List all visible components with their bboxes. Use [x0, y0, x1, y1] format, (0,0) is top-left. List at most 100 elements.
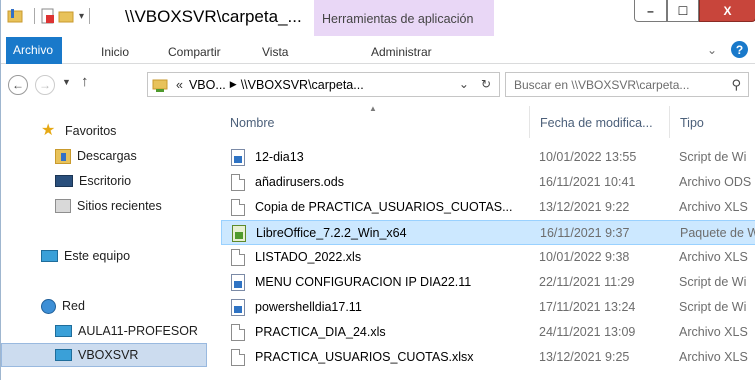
file-name: 12-dia13: [255, 150, 304, 164]
maximize-icon: ☐: [677, 3, 689, 18]
arrow-left-icon: ←: [12, 78, 24, 92]
nav-this-pc[interactable]: Este equipo: [1, 244, 207, 268]
file-name: LISTADO_2022.xls: [255, 250, 362, 264]
navigation-bar: ← → ▼ ↑ « VBO... ▶ \\VBOXSVR\carpeta... …: [1, 64, 755, 104]
nav-desktop[interactable]: Escritorio: [1, 169, 207, 193]
title-bar: ▾ \\VBOXSVR\carpeta_... Herramientas de …: [1, 0, 755, 36]
file-name: añadirusers.ods: [255, 175, 344, 189]
nav-downloads[interactable]: Descargas: [1, 144, 207, 168]
file-type: Script de Wi: [679, 150, 747, 164]
document-file-icon: [231, 249, 245, 266]
properties-icon[interactable]: [40, 8, 56, 24]
back-button[interactable]: ←: [8, 75, 28, 95]
column-header-date[interactable]: Fecha de modifica...: [529, 106, 668, 138]
nav-aula11-profesor[interactable]: AULA11-PROFESOR: [1, 319, 207, 343]
search-placeholder: Buscar en \\VBOXSVR\carpeta...: [514, 77, 690, 92]
breadcrumb-separator-icon[interactable]: ▶: [230, 79, 237, 90]
nav-favorites-label: Favoritos: [65, 124, 117, 138]
file-row[interactable]: MENU CONFIGURACION IP DIA22.11 22/11/2021…: [221, 270, 755, 295]
file-date: 22/11/2021 11:29: [539, 275, 635, 289]
tab-archivo[interactable]: Archivo: [6, 37, 62, 64]
file-name: Copia de PRACTICA_USUARIOS_CUOTAS...: [255, 200, 513, 214]
explorer-window: ▾ \\VBOXSVR\carpeta_... Herramientas de …: [0, 0, 755, 380]
file-list: ▲ Nombre Fecha de modifica... Tipo 12-di…: [208, 104, 755, 380]
file-row[interactable]: powershelldia17.11 17/11/2021 13:24 Script…: [221, 295, 755, 320]
file-type: Archivo XLS: [679, 325, 748, 339]
address-overflow[interactable]: «: [176, 78, 183, 92]
nav-aula11-label: AULA11-PROFESOR: [78, 324, 198, 338]
address-dropdown-icon[interactable]: ⌄: [459, 77, 469, 91]
installer-package-icon: [232, 225, 246, 242]
search-icon[interactable]: ⚲: [731, 77, 741, 93]
network-computer-icon: [55, 325, 72, 337]
refresh-icon[interactable]: ↻: [481, 77, 491, 91]
star-icon: ★: [41, 122, 56, 139]
nav-recent-places[interactable]: Sitios recientes: [1, 194, 207, 218]
file-row[interactable]: PRACTICA_USUARIOS_CUOTAS.xlsx 13/12/2021 …: [221, 345, 755, 370]
column-header-name[interactable]: Nombre: [208, 106, 528, 138]
file-type: Archivo XLS: [679, 200, 748, 214]
up-one-level-icon[interactable]: ↑: [81, 73, 89, 90]
search-input[interactable]: Buscar en \\VBOXSVR\carpeta... ⚲: [505, 72, 749, 97]
address-bar[interactable]: « VBO... ▶ \\VBOXSVR\carpeta... ⌄ ↻: [147, 72, 500, 97]
document-file-icon: [231, 349, 245, 366]
desktop-icon: [55, 175, 73, 187]
customize-toolbar-icon[interactable]: ▾: [79, 11, 84, 22]
recent-places-icon: [55, 199, 71, 213]
script-file-icon: [231, 299, 245, 316]
nav-favorites[interactable]: ★ Favoritos: [1, 119, 207, 143]
tab-inicio[interactable]: Inicio: [101, 40, 129, 64]
file-date: 17/11/2021 13:24: [539, 300, 636, 314]
file-type: Script de Wi: [679, 300, 747, 314]
file-date: 10/01/2022 9:38: [539, 250, 630, 264]
file-date: 24/11/2021 13:09: [539, 325, 636, 339]
navigation-pane: ★ Favoritos Descargas Escritorio Sitios …: [1, 104, 207, 380]
tab-administrar[interactable]: Administrar: [371, 40, 432, 64]
file-type: Archivo XLS: [679, 250, 748, 264]
document-file-icon: [231, 324, 245, 341]
toolbar-separator: [89, 8, 91, 24]
context-tab-app-tools[interactable]: Herramientas de aplicación: [314, 0, 494, 36]
file-row[interactable]: LISTADO_2022.xls 10/01/2022 9:38 Archivo X…: [221, 245, 755, 270]
file-type: Paquete de W: [680, 226, 755, 240]
file-row[interactable]: añadirusers.ods 16/11/2021 10:41 Archivo O…: [221, 170, 755, 195]
expand-ribbon-icon[interactable]: ⌄: [707, 43, 717, 57]
ribbon-controls: ⌄ ?: [707, 41, 748, 58]
help-icon[interactable]: ?: [731, 41, 748, 58]
file-name: MENU CONFIGURACION IP DIA22.11: [255, 275, 472, 289]
file-date: 16/11/2021 10:41: [539, 175, 636, 189]
script-file-icon: [231, 274, 245, 291]
network-icon: [41, 298, 56, 314]
minimize-button[interactable]: –: [634, 0, 667, 22]
nav-vboxsvr[interactable]: VBOXSVR: [1, 343, 207, 367]
arrow-right-icon: →: [39, 78, 51, 92]
file-date: 16/11/2021 9:37: [540, 226, 630, 240]
new-folder-icon[interactable]: [58, 8, 74, 24]
file-date: 10/01/2022 13:55: [539, 150, 637, 164]
explorer-app-icon[interactable]: [7, 8, 23, 24]
file-row[interactable]: Copia de PRACTICA_USUARIOS_CUOTAS... 13/1…: [221, 195, 755, 220]
maximize-button[interactable]: ☐: [667, 0, 699, 22]
column-header-type[interactable]: Tipo: [669, 106, 755, 138]
nav-network[interactable]: Red: [1, 294, 207, 318]
file-name: PRACTICA_USUARIOS_CUOTAS.xlsx: [255, 350, 474, 364]
breadcrumb-carpeta[interactable]: \\VBOXSVR\carpeta...: [241, 78, 364, 92]
tab-vista[interactable]: Vista: [262, 40, 288, 64]
forward-button[interactable]: →: [35, 75, 55, 95]
breadcrumb-vbo[interactable]: VBO...: [189, 78, 226, 92]
file-row[interactable]: 12-dia13 10/01/2022 13:55 Script de Wi: [221, 145, 755, 170]
file-type: Archivo ODS: [679, 175, 752, 189]
file-type: Script de Wi: [679, 275, 747, 289]
network-folder-icon: [152, 77, 168, 93]
script-file-icon: [231, 149, 245, 166]
window-title: \\VBOXSVR\carpeta_...: [125, 7, 302, 26]
file-row[interactable]: LibreOffice_7.2.2_Win_x64 16/11/2021 9:37…: [221, 220, 755, 245]
file-type: Archivo XLS: [679, 350, 748, 364]
tab-compartir[interactable]: Compartir: [168, 40, 221, 64]
file-row[interactable]: PRACTICA_DIA_24.xls 24/11/2021 13:09 Archi…: [221, 320, 755, 345]
close-button[interactable]: X: [699, 0, 755, 22]
recent-locations-dropdown-icon[interactable]: ▼: [62, 77, 71, 87]
downloads-folder-icon: [55, 148, 71, 164]
file-name: LibreOffice_7.2.2_Win_x64: [256, 226, 407, 240]
file-name: PRACTICA_DIA_24.xls: [255, 325, 386, 339]
